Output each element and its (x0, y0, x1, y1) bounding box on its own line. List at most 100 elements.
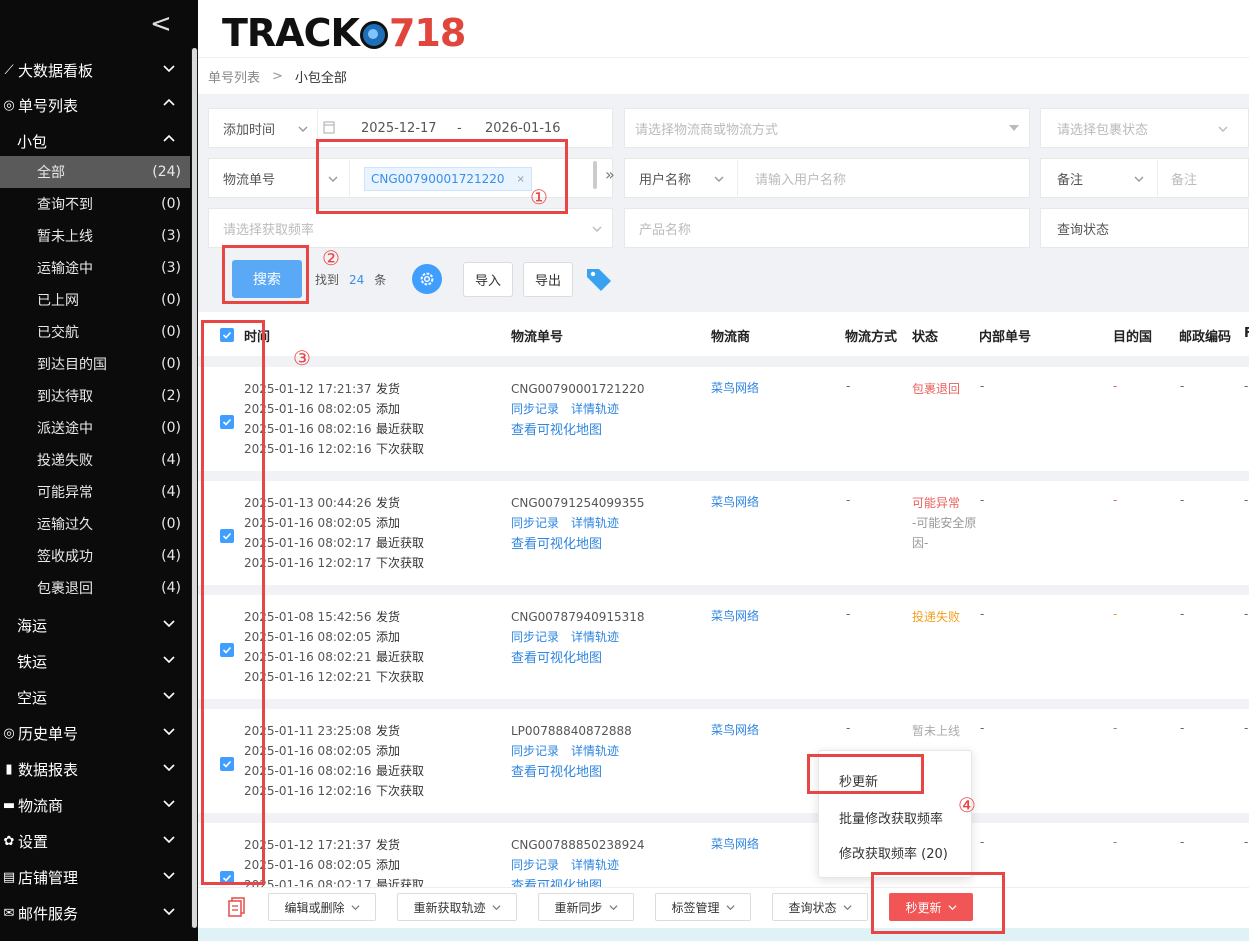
sidebar-subitem[interactable]: 到达目的国 (0) (0, 348, 190, 380)
export-button[interactable]: 导出 (523, 262, 573, 297)
query-status-button[interactable]: 查询状态 (772, 893, 868, 921)
view-map-link[interactable]: 查看可视化地图 (511, 763, 632, 783)
time-cell: 2025-01-12 17:21:37 发货 2025-01-16 08:02:05… (244, 379, 424, 459)
carrier-select[interactable]: 请选择物流商或物流方式 (624, 108, 1030, 148)
sidebar-item[interactable]: 海运 (0, 609, 190, 641)
view-map-link[interactable]: 查看可视化地图 (511, 421, 645, 441)
sidebar-item[interactable]: ▬ 物流商 (0, 789, 190, 821)
settings-gear-button[interactable] (412, 264, 442, 294)
sidebar-subitem[interactable]: 包裹退回 (4) (0, 572, 190, 604)
detail-track-link[interactable]: 详情轨迹 (571, 630, 619, 644)
view-map-link[interactable]: 查看可视化地图 (511, 535, 645, 555)
view-map-link[interactable]: 查看可视化地图 (511, 877, 645, 887)
target-icon: ◎ (3, 725, 15, 741)
sidebar-item[interactable]: ✿ 设置 (0, 825, 190, 857)
sidebar-item[interactable]: ⟋ 大数据看板 (0, 54, 190, 86)
batch-list-icon[interactable] (228, 897, 246, 917)
carrier-link[interactable]: 菜鸟网络 (711, 493, 759, 510)
sidebar-subitem-label: 到达待取 (37, 389, 93, 405)
sidebar-subitem[interactable]: 已上网 (0) (0, 284, 190, 316)
remark-type-select[interactable]: 备注 (1057, 169, 1083, 188)
detail-track-link[interactable]: 详情轨迹 (571, 516, 619, 530)
sidebar-subitem-label: 派送途中 (37, 421, 93, 437)
sidebar-subitem[interactable]: 暂未上线 (3) (0, 220, 190, 252)
menu-item-modify-frequency[interactable]: 修改获取频率 (20) (839, 843, 948, 862)
app-logo[interactable]: TRACK 718 (222, 12, 466, 54)
sidebar-subitem[interactable]: 签收成功 (4) (0, 540, 190, 572)
sidebar-subitem[interactable]: 全部 (24) (0, 156, 190, 188)
sidebar-scrollbar-thumb[interactable] (192, 48, 197, 928)
carrier-link[interactable]: 菜鸟网络 (711, 379, 759, 396)
carrier-link[interactable]: 菜鸟网络 (711, 607, 759, 624)
menu-item-batch-frequency[interactable]: 批量修改获取频率 (839, 808, 943, 827)
resync-button[interactable]: 重新同步 (538, 893, 634, 921)
sync-record-link[interactable]: 同步记录 (511, 630, 559, 644)
detail-track-link[interactable]: 详情轨迹 (571, 744, 619, 758)
remark-input[interactable]: 备注 (1171, 169, 1197, 188)
detail-track-link[interactable]: 详情轨迹 (571, 402, 619, 416)
product-name-input[interactable]: 产品名称 (624, 208, 1030, 248)
refetch-track-button[interactable]: 重新获取轨迹 (397, 893, 517, 921)
expand-icon[interactable]: » (605, 165, 615, 184)
column-header[interactable]: 状态 (912, 326, 938, 345)
frequency-select[interactable]: 请选择获取频率 (208, 208, 613, 248)
date-end-input[interactable]: 2026-01-16 (485, 121, 561, 136)
column-header[interactable]: 物流单号 (511, 326, 563, 345)
chevron-down-icon (1133, 173, 1145, 185)
time-label: 最近获取 (376, 764, 425, 778)
breadcrumb-parent[interactable]: 单号列表 (208, 67, 260, 86)
destination-cell: - (1113, 835, 1118, 849)
sidebar-subitem[interactable]: 到达待取 (2) (0, 380, 190, 412)
sync-record-link[interactable]: 同步记录 (511, 858, 559, 872)
sidebar-item[interactable]: 铁运 (0, 645, 190, 677)
edit-delete-button[interactable]: 编辑或删除 (268, 893, 376, 921)
column-header[interactable]: 邮政编码 (1179, 326, 1231, 345)
column-header[interactable]: 内部单号 (979, 326, 1031, 345)
sync-record-link[interactable]: 同步记录 (511, 402, 559, 416)
collapse-sidebar-icon[interactable]: < (150, 8, 174, 40)
package-status-select[interactable]: 请选择包裹状态 (1040, 108, 1249, 148)
tracking-type-select[interactable]: 物流单号 (223, 169, 275, 188)
column-header[interactable]: 物流商 (711, 326, 750, 345)
tracking-cell: CNG00787940915318 同步记录 详情轨迹 查看可视化地图 (511, 607, 645, 669)
column-header[interactable]: 目的国 (1113, 326, 1152, 345)
column-header[interactable]: F (1244, 326, 1249, 341)
tracking-table: 时间 物流单号 物流商 物流方式 状态 内部单号 目的国 邮政编码 F 2025… (198, 312, 1249, 887)
import-button[interactable]: 导入 (463, 262, 513, 297)
sidebar-item[interactable]: ◎ 单号列表 (0, 89, 190, 121)
sidebar-subitem[interactable]: 运输过久 (0) (0, 508, 190, 540)
username-input[interactable]: 请输入用户名称 (755, 169, 846, 188)
detail-track-link[interactable]: 详情轨迹 (571, 858, 619, 872)
sidebar-subitem[interactable]: 查询不到 (0) (0, 188, 190, 220)
tag-icon[interactable] (584, 264, 614, 294)
sidebar-item[interactable]: ✉ 邮件服务 (0, 897, 190, 929)
sidebar-subitem-label: 可能异常 (37, 485, 93, 501)
sidebar-item[interactable]: 空运 (0, 681, 190, 713)
tag-manage-button[interactable]: 标签管理 (655, 893, 751, 921)
sidebar-subitem[interactable]: 投递失败 (4) (0, 444, 190, 476)
sidebar-subitem[interactable]: 可能异常 (4) (0, 476, 190, 508)
postcode-cell: - (1180, 379, 1185, 393)
sidebar-subitem[interactable]: 已交航 (0) (0, 316, 190, 348)
time-type-select[interactable]: 添加时间 (223, 119, 275, 138)
sidebar-item[interactable]: ◎ 历史单号 (0, 717, 190, 749)
sidebar-item[interactable]: ▮ 数据报表 (0, 753, 190, 785)
sidebar-subitem[interactable]: 派送途中 (0) (0, 412, 190, 444)
sync-record-link[interactable]: 同步记录 (511, 516, 559, 530)
query-status-select[interactable]: 查询状态 (1040, 208, 1249, 248)
result-count: 找到 24 条 (315, 273, 387, 287)
date-start-input[interactable]: 2025-12-17 (361, 121, 437, 136)
sidebar-item[interactable]: ▤ 店铺管理 (0, 861, 190, 893)
sidebar-subitem[interactable]: 运输途中 (3) (0, 252, 190, 284)
username-type-select[interactable]: 用户名称 (639, 169, 691, 188)
header: TRACK 718 (198, 0, 1249, 58)
tracking-input-scrollbar[interactable] (593, 161, 597, 189)
carrier-link[interactable]: 菜鸟网络 (711, 835, 759, 852)
carrier-link[interactable]: 菜鸟网络 (711, 721, 759, 738)
sidebar-scrollbar[interactable] (191, 48, 198, 928)
column-header[interactable]: 物流方式 (845, 326, 897, 345)
sidebar-group-small-parcel[interactable]: 小包 (0, 125, 190, 157)
view-map-link[interactable]: 查看可视化地图 (511, 649, 645, 669)
sync-record-link[interactable]: 同步记录 (511, 744, 559, 758)
sidebar-subitem-label: 查询不到 (37, 197, 93, 213)
